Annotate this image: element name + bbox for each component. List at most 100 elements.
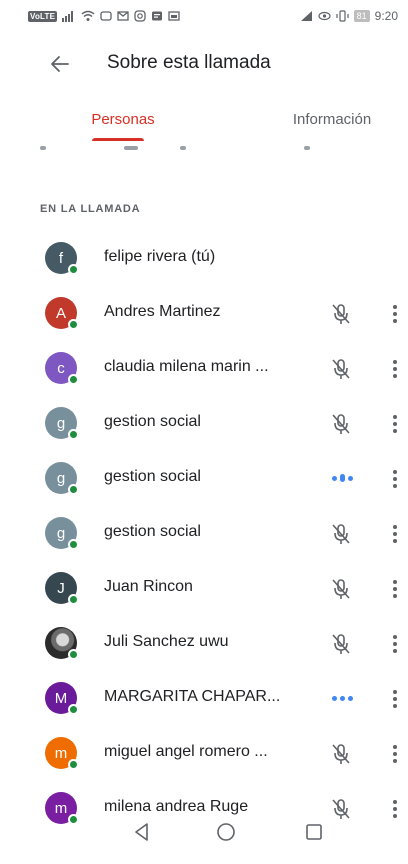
tab-people[interactable]: Personas [58, 94, 188, 144]
online-status-icon [68, 759, 79, 770]
participant-name: Andres Martinez [104, 303, 221, 320]
online-status-icon [68, 649, 79, 660]
avatar-initial: A [55, 304, 66, 322]
online-status-icon [68, 704, 79, 715]
nav-home-button[interactable] [214, 820, 238, 844]
signal-icon [62, 11, 74, 22]
participant-row[interactable]: g gestion social [0, 451, 408, 506]
more-options-icon[interactable] [386, 631, 404, 657]
avatar-initial: g [56, 414, 66, 432]
more-options-icon[interactable] [386, 301, 404, 327]
speaking-indicator-icon [327, 692, 357, 704]
participant-row[interactable]: c claudia milena marin ... [0, 341, 408, 396]
eye-comfort-icon [318, 11, 331, 21]
nav-back-button[interactable] [130, 820, 154, 844]
online-status-icon [68, 374, 79, 385]
nav-back-icon [135, 823, 148, 841]
participant-name: gestion social [104, 413, 201, 430]
participant-row[interactable]: m miguel angel romero ... [0, 726, 408, 781]
system-nav-bar [0, 812, 408, 864]
more-options-icon[interactable] [386, 411, 404, 437]
more-options-icon[interactable] [386, 741, 404, 767]
avatar-initial: f [58, 249, 64, 267]
message-icon [152, 11, 163, 21]
more-options-icon[interactable] [386, 466, 404, 492]
tab-bar: Personas Información [0, 94, 408, 144]
instagram-icon [134, 10, 146, 22]
battery-level: 81 [353, 10, 370, 22]
participant-name: felipe rivera (tú) [104, 248, 216, 265]
clock: 9:20 [374, 9, 398, 23]
page-title: Sobre esta llamada [107, 52, 271, 73]
avatar [45, 627, 79, 660]
status-bar: VoLTE 81 9:20 [0, 0, 408, 32]
more-options-icon[interactable] [386, 686, 404, 712]
app-bar: Sobre esta llamada [0, 42, 408, 84]
tab-active-indicator [92, 138, 144, 141]
avatar-initial: c [57, 359, 65, 377]
avatar-initial: M [54, 689, 68, 707]
participant-name: Juli Sanchez uwu [104, 633, 229, 650]
mic-off-icon[interactable] [328, 301, 354, 327]
avatar: g [45, 462, 79, 495]
avatar: g [45, 407, 79, 440]
status-left: VoLTE [28, 10, 180, 22]
mic-off-icon[interactable] [328, 576, 354, 602]
mic-off-icon[interactable] [328, 521, 354, 547]
avatar-initial: g [56, 524, 66, 542]
mic-off-icon[interactable] [328, 411, 354, 437]
participant-list: f felipe rivera (tú) A Andres Martinez c clau… [0, 231, 408, 836]
participant-row[interactable]: A Andres Martinez [0, 286, 408, 341]
wifi-icon [81, 10, 95, 21]
avatar-initial: J [57, 579, 65, 597]
avatar: J [45, 572, 79, 605]
nfc-icon [300, 11, 312, 21]
nav-home-icon [217, 823, 235, 841]
participant-name: claudia milena marin ... [104, 358, 269, 375]
gallery-icon [168, 11, 180, 21]
participant-name: gestion social [104, 468, 201, 485]
online-status-icon [68, 429, 79, 440]
avatar: A [45, 297, 79, 330]
back-button[interactable] [46, 50, 74, 78]
online-status-icon [68, 594, 79, 605]
online-status-icon [68, 319, 79, 330]
participant-row[interactable]: f felipe rivera (tú) [0, 231, 408, 286]
status-right: 81 9:20 [300, 9, 398, 23]
participant-row[interactable]: g gestion social [0, 506, 408, 561]
avatar: f [45, 242, 79, 275]
avatar: m [45, 737, 79, 770]
avatar: M [45, 682, 79, 715]
tab-information[interactable]: Información [262, 94, 402, 144]
avatar: c [45, 352, 79, 385]
online-status-icon [68, 264, 79, 275]
arrow-back-icon [51, 56, 69, 72]
participant-name: miguel angel romero ... [104, 743, 268, 760]
more-options-icon[interactable] [386, 521, 404, 547]
mic-off-icon[interactable] [328, 741, 354, 767]
more-options-icon[interactable] [386, 576, 404, 602]
participant-row[interactable]: Juli Sanchez uwu [0, 616, 408, 671]
online-status-icon [68, 539, 79, 550]
section-label-in-call: EN LA LLAMADA [40, 203, 141, 215]
participant-name: gestion social [104, 523, 201, 540]
volte-badge: VoLTE [28, 10, 58, 22]
avatar: g [45, 517, 79, 550]
participant-row[interactable]: g gestion social [0, 396, 408, 451]
notification-icon [100, 11, 112, 21]
nav-recents-icon [306, 824, 322, 840]
participant-row[interactable]: J Juan Rincon [0, 561, 408, 616]
scrolled-content-edge [40, 146, 340, 152]
online-status-icon [68, 484, 79, 495]
mic-off-icon[interactable] [328, 631, 354, 657]
participant-name: Juan Rincon [104, 578, 193, 595]
avatar-initial: g [56, 469, 66, 487]
participant-row[interactable]: M MARGARITA CHAPAR... [0, 671, 408, 726]
speaking-indicator-icon [327, 472, 357, 484]
more-options-icon[interactable] [386, 356, 404, 382]
mic-off-icon[interactable] [328, 356, 354, 382]
gmail-icon [117, 11, 129, 21]
vibrate-icon [336, 10, 349, 22]
nav-recents-button[interactable] [302, 820, 326, 844]
participant-name: MARGARITA CHAPAR... [104, 688, 281, 705]
